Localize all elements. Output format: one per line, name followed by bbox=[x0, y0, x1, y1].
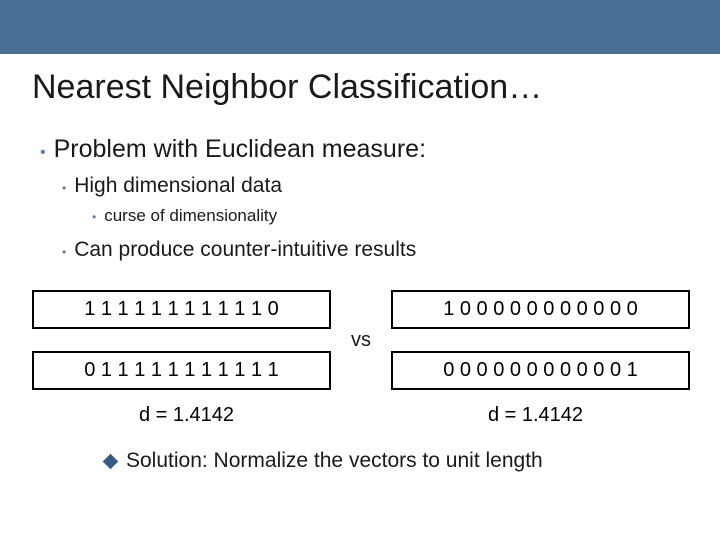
vector-box: 0 0 0 0 0 0 0 0 0 0 0 1 bbox=[391, 351, 690, 390]
vector-box: 1 0 0 0 0 0 0 0 0 0 0 0 bbox=[391, 290, 690, 329]
bullet-icon: • bbox=[62, 246, 66, 258]
bullet-level2-text: Can produce counter-intuitive results bbox=[74, 238, 416, 262]
bullet-level3-a: • curse of dimensionality bbox=[92, 206, 690, 226]
distance-row: d = 1.4142 d = 1.4142 bbox=[0, 404, 720, 427]
bullet-level1-text: Problem with Euclidean measure: bbox=[54, 135, 426, 164]
right-column: 1 0 0 0 0 0 0 0 0 0 0 0 0 0 0 0 0 0 0 0 … bbox=[391, 290, 690, 390]
solution-row: Solution: Normalize the vectors to unit … bbox=[105, 449, 720, 473]
vector-box: 0 1 1 1 1 1 1 1 1 1 1 1 bbox=[32, 351, 331, 390]
distance-left: d = 1.4142 bbox=[32, 404, 341, 427]
bullet-icon: • bbox=[62, 182, 66, 194]
vector-row: 1 1 1 1 1 1 1 1 1 1 1 0 0 1 1 1 1 1 1 1 … bbox=[32, 290, 690, 390]
bullet-level2-b: • Can produce counter-intuitive results bbox=[62, 238, 690, 262]
header-band bbox=[0, 0, 720, 54]
diamond-icon bbox=[103, 453, 119, 469]
slide-title: Nearest Neighbor Classification… bbox=[32, 68, 720, 107]
spacer bbox=[341, 404, 381, 427]
vs-label: vs bbox=[345, 329, 377, 352]
bullet-level3-text: curse of dimensionality bbox=[104, 206, 277, 226]
solution-text: Solution: Normalize the vectors to unit … bbox=[126, 449, 543, 473]
bullet-level2-a: • High dimensional data bbox=[62, 174, 690, 198]
bullet-level2-text: High dimensional data bbox=[74, 174, 282, 198]
distance-right: d = 1.4142 bbox=[381, 404, 690, 427]
content-area: • Problem with Euclidean measure: • High… bbox=[40, 135, 690, 262]
bullet-level1: • Problem with Euclidean measure: bbox=[40, 135, 690, 164]
left-column: 1 1 1 1 1 1 1 1 1 1 1 0 0 1 1 1 1 1 1 1 … bbox=[32, 290, 331, 390]
vector-box: 1 1 1 1 1 1 1 1 1 1 1 0 bbox=[32, 290, 331, 329]
bullet-icon: • bbox=[92, 211, 96, 223]
bullet-icon: • bbox=[40, 145, 46, 161]
example-area: 1 1 1 1 1 1 1 1 1 1 1 0 0 1 1 1 1 1 1 1 … bbox=[0, 290, 720, 390]
